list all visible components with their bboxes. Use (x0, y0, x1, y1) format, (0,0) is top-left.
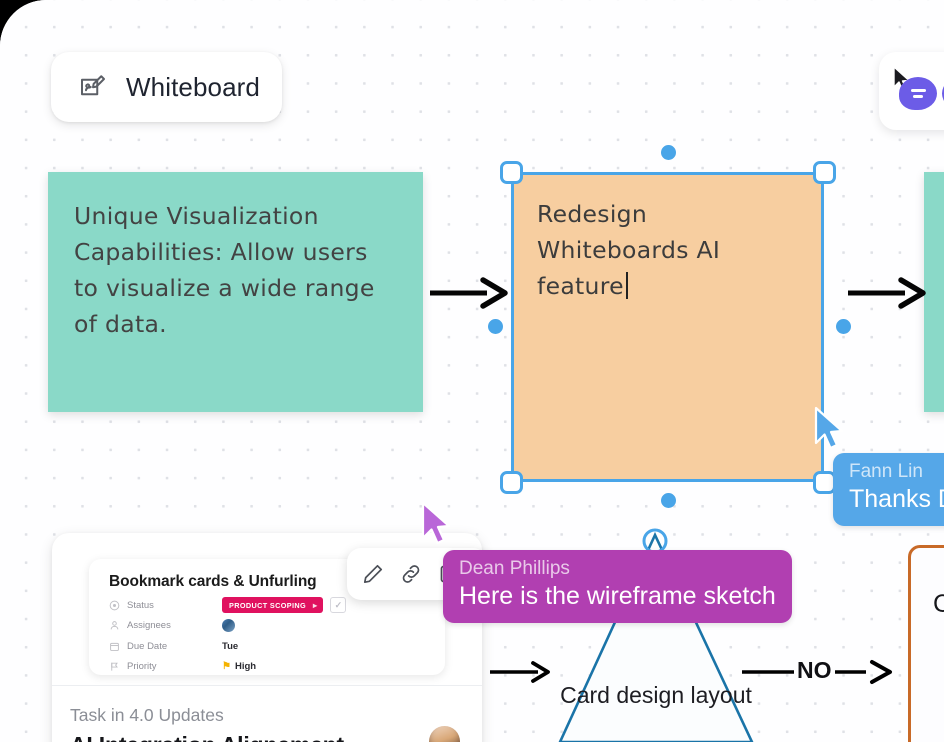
cursor-label-fann-lin: Fann Lin Thanks D (833, 453, 944, 526)
task-card-meta: Task in 4.0 Updates (70, 705, 224, 725)
cursor-message-dean-phillips: Here is the wireframe sketch (459, 582, 776, 610)
status-check-icon[interactable]: ✓ (330, 597, 347, 613)
bookmark-row-status: Status PRODUCT SCOPING ▸ ✓ (109, 597, 425, 613)
sticky-note-teal-text: Unique Visualization Capabilities: Allow… (74, 202, 375, 338)
task-card-avatar[interactable] (429, 726, 460, 742)
connector-dot-bottom[interactable] (661, 493, 676, 508)
bookmark-row-assignees: Assignees (109, 619, 425, 632)
connector-dot-right[interactable] (836, 319, 851, 334)
bookmark-value-priority[interactable]: ⚑ High (222, 661, 256, 672)
pencil-icon[interactable] (360, 561, 386, 587)
orange-card-text: C (933, 590, 944, 618)
text-caret (625, 272, 628, 299)
status-badge: PRODUCT SCOPING ▸ (222, 597, 324, 613)
arrow-teal-to-orange (430, 277, 508, 309)
bookmark-value-assignees[interactable] (222, 619, 235, 632)
cursor-fann-lin (814, 406, 844, 450)
sticky-note-orange-text: Redesign Whiteboards AI feature (537, 200, 721, 300)
assignee-avatar[interactable] (222, 619, 235, 632)
cursor-name-fann-lin: Fann Lin (849, 461, 923, 482)
link-icon[interactable] (398, 561, 424, 587)
connector-dot-left[interactable] (488, 319, 503, 334)
bookmark-value-duedate[interactable]: Tue (222, 641, 238, 652)
app-frame: Card design layout NO Unique Visualizati… (0, 0, 944, 742)
bookmark-label-duedate: Due Date (127, 640, 168, 652)
flow-diamond-label: Card design layout (560, 682, 752, 708)
bookmark-row-duedate: Due Date Tue (109, 640, 425, 653)
whiteboard-title-label: Whiteboard (126, 71, 260, 102)
arrow-orange-to-right (848, 277, 926, 309)
person-icon (110, 621, 119, 630)
whiteboard-title-pill[interactable]: Whiteboard (51, 52, 282, 122)
sticky-note-orange[interactable]: Redesign Whiteboards AI feature (511, 172, 824, 482)
status-icon (109, 600, 120, 610)
calendar-icon (110, 642, 119, 651)
cursor-name-dean-phillips: Dean Phillips (459, 558, 570, 579)
bookmark-row-priority: Priority ⚑ High (109, 660, 425, 673)
whiteboard-pencil-icon (81, 75, 105, 96)
bookmark-label-assignees: Assignees (127, 620, 171, 631)
bookmark-label-status: Status (127, 599, 154, 611)
top-right-widget[interactable] (879, 52, 944, 130)
cursor-label-dean-phillips: Dean Phillips Here is the wireframe sket… (443, 550, 792, 623)
ai-chat-blob-icon[interactable] (899, 77, 937, 110)
cursor-dean-phillips (421, 501, 451, 545)
priority-flag-icon: ⚑ (222, 661, 231, 672)
resize-handle-top-left[interactable] (500, 161, 523, 184)
task-card-footer: Task in 4.0 Updates AI Integration Align… (52, 685, 482, 742)
resize-handle-top-right[interactable] (813, 161, 836, 184)
task-card-title: AI Integration Alignement (70, 731, 456, 742)
connector-dot-top[interactable] (661, 145, 676, 160)
flow-no-label: NO (794, 657, 835, 684)
bookmark-label-priority: Priority (127, 661, 157, 672)
sticky-note-teal[interactable]: Unique Visualization Capabilities: Allow… (48, 172, 423, 412)
status-badge-caret: ▸ (313, 600, 318, 610)
cursor-message-fann-lin: Thanks D (849, 485, 944, 513)
resize-handle-bottom-left[interactable] (500, 471, 523, 494)
orange-bordered-card[interactable]: C (908, 545, 944, 742)
bookmark-value-status[interactable]: PRODUCT SCOPING ▸ ✓ (222, 597, 347, 613)
flag-icon (111, 662, 118, 671)
flow-arrow-left (490, 661, 550, 683)
